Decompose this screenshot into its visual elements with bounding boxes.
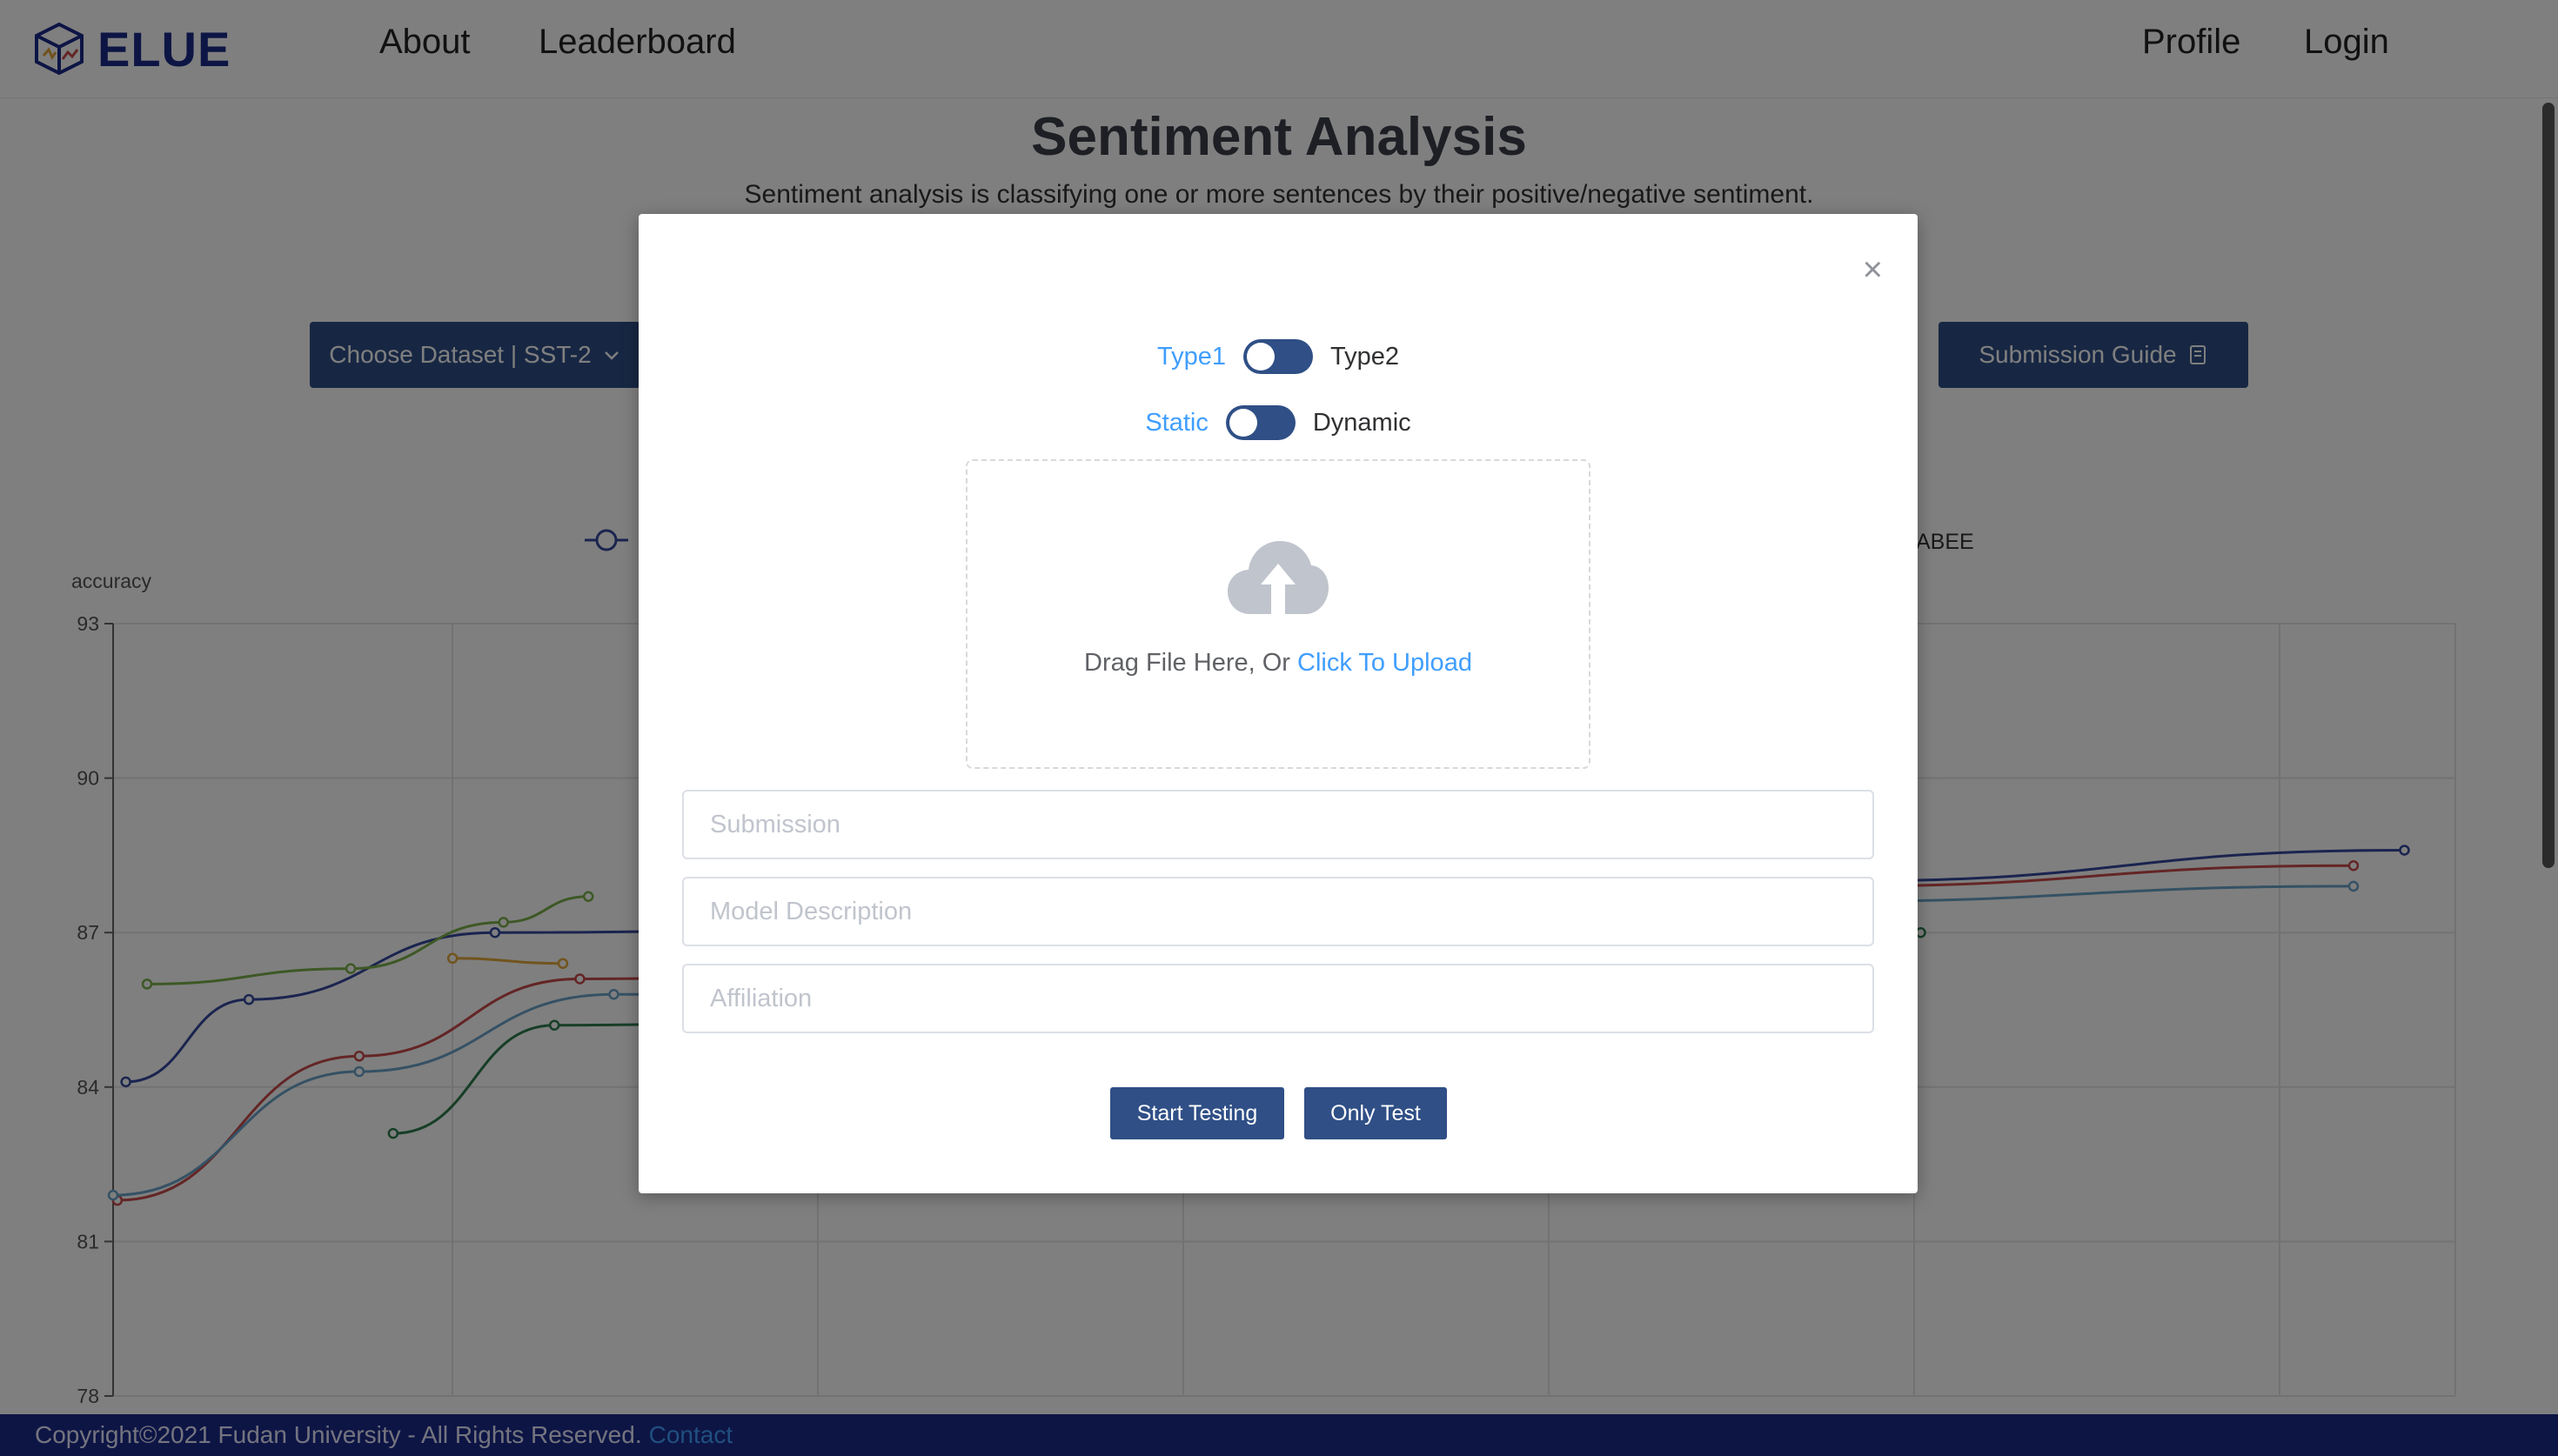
file-upload-dropzone[interactable]: Drag File Here, Or Click To Upload	[966, 459, 1590, 769]
click-to-upload-link[interactable]: Click To Upload	[1297, 649, 1472, 677]
close-icon[interactable]: ×	[1863, 252, 1883, 287]
submission-modal: × Type1 Type2 Static Dynamic Drag File H…	[639, 214, 1918, 1193]
type2-label[interactable]: Type2	[1330, 343, 1399, 371]
affiliation-input[interactable]	[682, 964, 1874, 1033]
mode-switch-knob	[1229, 409, 1257, 437]
cloud-upload-icon	[1228, 541, 1329, 614]
static-label[interactable]: Static	[1145, 409, 1209, 437]
start-testing-label: Start Testing	[1136, 1100, 1258, 1125]
dynamic-label[interactable]: Dynamic	[1313, 409, 1411, 437]
type-switch[interactable]	[1243, 339, 1313, 374]
type-toggle-row: Type1 Type2	[639, 339, 1918, 374]
start-testing-button[interactable]: Start Testing	[1110, 1087, 1284, 1139]
type1-label[interactable]: Type1	[1157, 343, 1226, 371]
upload-hint-text: Drag File Here, Or	[1084, 649, 1297, 677]
page-scrollbar-thumb[interactable]	[2542, 103, 2555, 868]
mode-toggle-row: Static Dynamic	[639, 405, 1918, 440]
submission-name-input[interactable]	[682, 790, 1874, 859]
only-test-label: Only Test	[1330, 1100, 1421, 1125]
only-test-button[interactable]: Only Test	[1304, 1087, 1447, 1139]
model-description-input[interactable]	[682, 877, 1874, 946]
mode-switch[interactable]	[1225, 405, 1296, 440]
upload-instructions: Drag File Here, Or Click To Upload	[968, 649, 1589, 678]
type-switch-knob	[1247, 343, 1275, 371]
